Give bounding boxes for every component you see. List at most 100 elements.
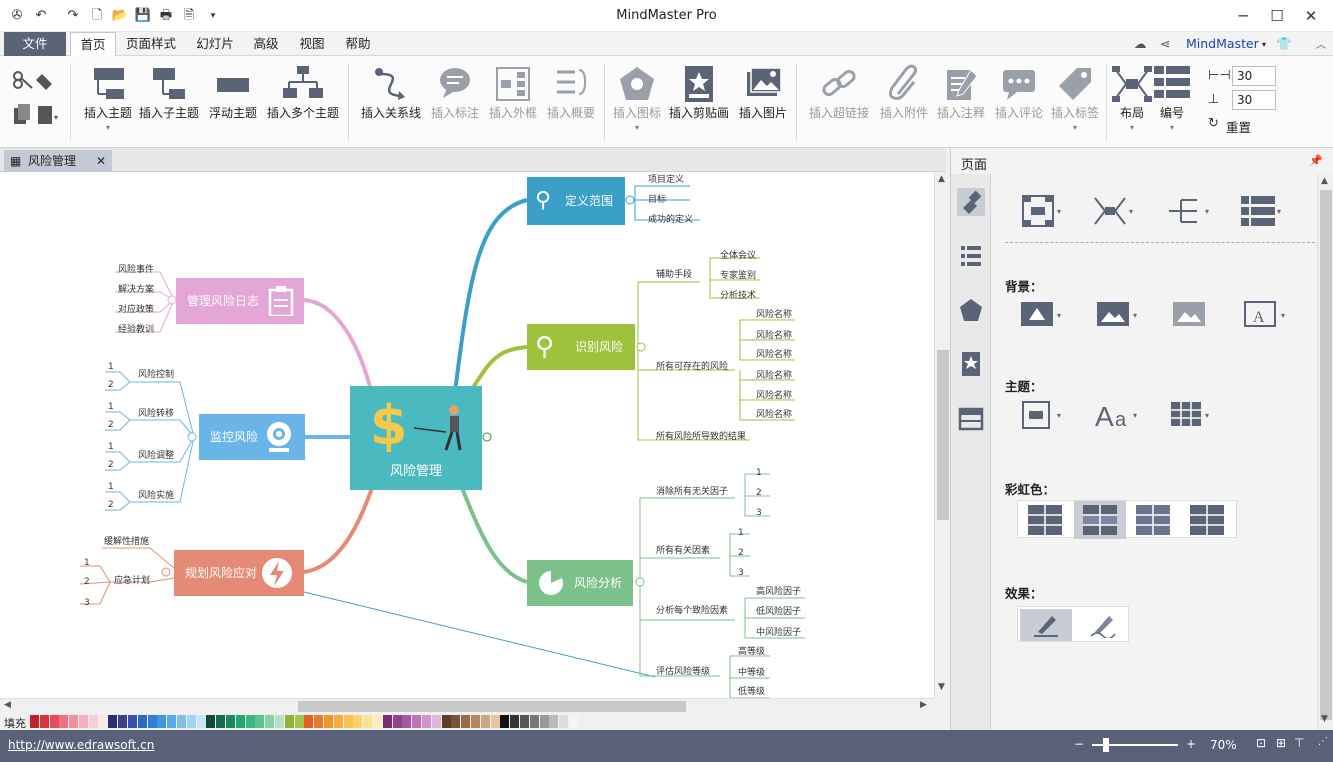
- account-dropdown-icon[interactable]: ▾: [1262, 40, 1266, 49]
- insert-tag-button[interactable]: 插入标签 ▾: [1048, 64, 1102, 132]
- color-swatch[interactable]: [431, 715, 441, 728]
- document-tab[interactable]: ▦ 风险管理 ✕: [4, 150, 112, 172]
- numbering-style-button[interactable]: ▾: [1239, 192, 1287, 226]
- tab-view[interactable]: 视图: [292, 32, 332, 56]
- clipart-tab-icon[interactable]: [957, 350, 985, 378]
- mindmap-canvas[interactable]: $ 风险管理 ⚲ 定义范围 项目定义 目标 成功的定义 ⚲ 识别风险 辅助手段 …: [0, 172, 934, 698]
- number-item[interactable]: 1: [756, 468, 762, 479]
- number-item[interactable]: 1: [108, 442, 114, 453]
- outline-tab-icon[interactable]: [957, 242, 985, 270]
- risk-name-item[interactable]: 风险名称: [756, 410, 792, 421]
- number-item[interactable]: 2: [756, 488, 762, 499]
- subtopic-low-risk-factor[interactable]: 低风险因子: [756, 607, 801, 618]
- layout-button[interactable]: 布局 ▾: [1112, 64, 1152, 132]
- color-swatch[interactable]: [196, 715, 206, 728]
- number-item[interactable]: 3: [738, 568, 744, 579]
- color-swatch[interactable]: [559, 715, 569, 728]
- theme-color-button[interactable]: ▾: [1169, 398, 1217, 432]
- color-swatch[interactable]: [88, 715, 98, 728]
- insert-callout-button[interactable]: 插入标注: [428, 64, 482, 121]
- color-swatch[interactable]: [245, 715, 255, 728]
- number-item[interactable]: 2: [108, 420, 114, 431]
- color-swatch[interactable]: [235, 715, 245, 728]
- scroll-left-icon[interactable]: ◀: [4, 700, 11, 710]
- share-icon[interactable]: ⋖: [1160, 36, 1170, 51]
- watermark-button[interactable]: A ▾: [1243, 298, 1291, 332]
- insert-attachment-button[interactable]: 插入附件: [876, 64, 932, 121]
- subtopic-mid-level[interactable]: 中等级: [738, 668, 765, 679]
- reset-button[interactable]: 重置: [1226, 117, 1251, 136]
- website-link[interactable]: http://www.edrawsoft.cn: [8, 738, 154, 752]
- rainbow-option-gradient[interactable]: [1074, 501, 1126, 539]
- subtopic-risk-adjust[interactable]: 风险调整: [138, 451, 174, 462]
- floating-topic-button[interactable]: 浮动主题: [206, 64, 260, 121]
- number-item[interactable]: 3: [756, 508, 762, 519]
- rainbow-option-single[interactable]: [1028, 505, 1062, 535]
- subtopic-project-definition[interactable]: 项目定义: [648, 175, 684, 186]
- topic-define-scope[interactable]: ⚲ 定义范围: [527, 177, 625, 225]
- skin-icon[interactable]: 👕: [1276, 36, 1292, 52]
- color-swatch[interactable]: [275, 715, 284, 728]
- minimize-button[interactable]: ─: [1228, 4, 1258, 28]
- color-swatch[interactable]: [265, 715, 275, 728]
- color-swatch[interactable]: [108, 715, 118, 728]
- zoom-slider-thumb[interactable]: [1103, 738, 1109, 752]
- color-swatch[interactable]: [314, 715, 324, 728]
- color-swatch[interactable]: [363, 715, 373, 728]
- insert-subtopic-button[interactable]: 插入子主题: [138, 64, 200, 121]
- tab-home[interactable]: 首页: [70, 32, 116, 57]
- color-swatch[interactable]: [324, 715, 333, 728]
- topic-monitor-risk[interactable]: 监控风险: [199, 414, 305, 460]
- risk-name-item[interactable]: 风险名称: [756, 371, 792, 382]
- color-swatch[interactable]: [490, 715, 500, 728]
- background-color-button[interactable]: ▾: [1019, 298, 1067, 332]
- subtopic-evaluate-level[interactable]: 评估风险等级: [656, 667, 710, 678]
- color-swatch[interactable]: [216, 715, 226, 728]
- calendar-tab-icon[interactable]: [957, 404, 985, 432]
- collapse-ribbon-icon[interactable]: ︿: [1316, 36, 1326, 51]
- number-item[interactable]: 1: [84, 558, 90, 569]
- subtopic-goal[interactable]: 目标: [648, 195, 666, 206]
- horizontal-scrollbar[interactable]: ◀ ▶: [0, 698, 934, 714]
- color-swatch[interactable]: [500, 715, 510, 728]
- insert-hyperlink-button[interactable]: 插入超链接: [806, 64, 872, 121]
- account-name[interactable]: MindMaster: [1186, 36, 1259, 51]
- menu-file[interactable]: 文件: [4, 32, 66, 56]
- subtopic-mitigation[interactable]: 缓解性措施: [104, 537, 149, 548]
- icon-library-tab-icon[interactable]: [957, 296, 985, 324]
- subtopic-solution[interactable]: 解决方案: [118, 285, 154, 296]
- number-item[interactable]: 1: [108, 362, 114, 373]
- subtopic-policy[interactable]: 对应政策: [118, 305, 154, 316]
- vertical-scrollbar[interactable]: ▲ ▼: [934, 172, 950, 698]
- theme-font-button[interactable]: Aa ▾: [1095, 398, 1143, 432]
- insert-summary-button[interactable]: 插入概要: [544, 64, 598, 121]
- color-swatch[interactable]: [569, 715, 578, 728]
- subtopic-expert-id[interactable]: 专家鉴别: [720, 271, 756, 282]
- fit-page-icon[interactable]: ⊡: [1256, 736, 1266, 750]
- maximize-button[interactable]: ☐: [1262, 4, 1292, 28]
- subtopic-risk-results[interactable]: 所有风险所导致的结果: [656, 432, 746, 443]
- tab-help[interactable]: 帮助: [338, 32, 378, 56]
- pin-panel-icon[interactable]: 📌: [1309, 154, 1323, 167]
- color-swatch[interactable]: [451, 715, 461, 728]
- rainbow-option-alternating[interactable]: [1136, 505, 1170, 535]
- number-item[interactable]: 2: [738, 548, 744, 559]
- number-item[interactable]: 1: [738, 528, 744, 539]
- risk-name-item[interactable]: 风险名称: [756, 331, 792, 342]
- color-swatch[interactable]: [304, 715, 314, 728]
- clipboard-group-icon[interactable]: ▾: [10, 70, 60, 130]
- structure-style-button[interactable]: ▾: [1091, 192, 1139, 226]
- presentation-icon[interactable]: ⊤: [1294, 736, 1304, 750]
- color-swatch[interactable]: [186, 715, 196, 728]
- subtopic-risk-control[interactable]: 风险控制: [138, 370, 174, 381]
- scroll-up-icon[interactable]: ▲: [938, 174, 945, 184]
- color-swatch[interactable]: [157, 715, 167, 728]
- color-swatch[interactable]: [177, 715, 186, 728]
- color-swatch[interactable]: [284, 715, 294, 728]
- color-swatch[interactable]: [49, 715, 59, 728]
- risk-name-item[interactable]: 风险名称: [756, 350, 792, 361]
- color-swatch[interactable]: [529, 715, 539, 728]
- scroll-down-icon[interactable]: ▼: [938, 682, 945, 692]
- close-tab-icon[interactable]: ✕: [96, 150, 106, 172]
- number-item[interactable]: 2: [108, 500, 114, 511]
